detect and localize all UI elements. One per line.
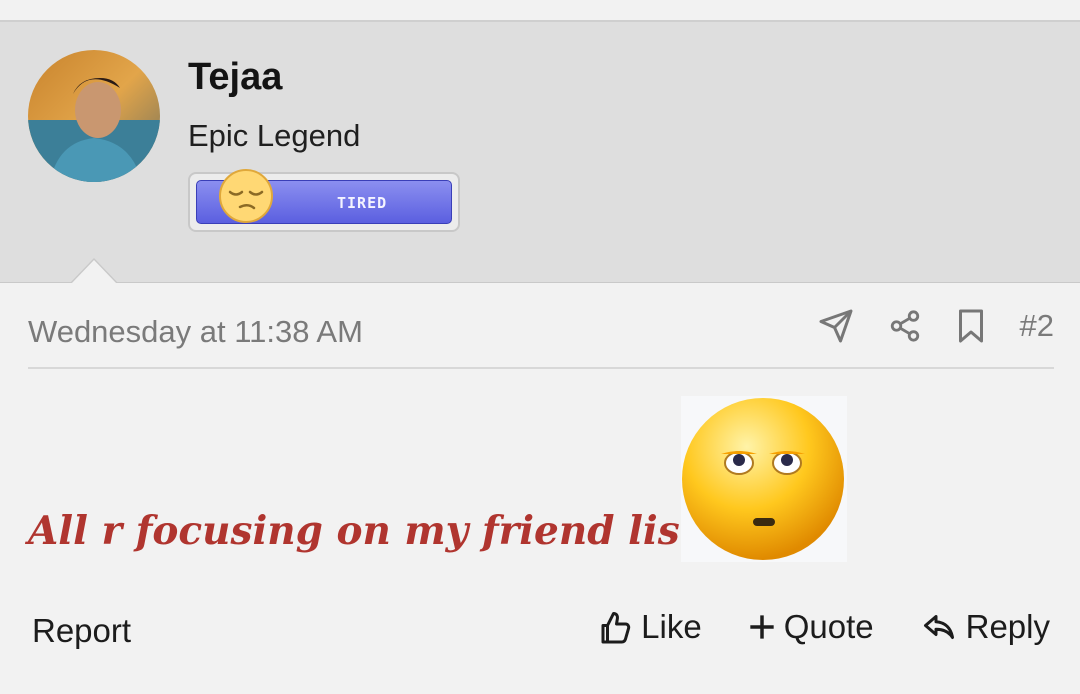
user-info-block: Tejaa Epic Legend TIRED bbox=[0, 22, 1080, 284]
quote-label: Quote bbox=[783, 608, 874, 645]
post-message: All r focusing on my friend list bbox=[28, 508, 698, 554]
mood-badge[interactable]: TIRED bbox=[188, 169, 460, 232]
user-title: Epic Legend bbox=[188, 118, 361, 153]
quote-button[interactable]: Quote bbox=[748, 608, 874, 646]
thumbs-up-icon bbox=[601, 612, 631, 644]
bookmark-icon[interactable] bbox=[956, 308, 986, 344]
rolling-eyes-emoji-icon bbox=[681, 396, 847, 562]
like-label: Like bbox=[641, 608, 702, 645]
reply-button[interactable]: Reply bbox=[920, 608, 1050, 646]
header-divider bbox=[28, 367, 1054, 369]
post-number[interactable]: #2 bbox=[1020, 308, 1054, 344]
mood-label: TIRED bbox=[337, 194, 388, 212]
post-timestamp[interactable]: Wednesday at 11:38 AM bbox=[28, 314, 363, 350]
send-icon[interactable] bbox=[818, 308, 854, 344]
reply-arrow-icon bbox=[923, 615, 954, 639]
speech-arrow bbox=[70, 258, 118, 284]
reply-label: Reply bbox=[965, 608, 1050, 645]
top-divider bbox=[0, 0, 1080, 22]
user-avatar[interactable] bbox=[28, 50, 160, 182]
like-button[interactable]: Like bbox=[597, 608, 702, 646]
post-top-actions: #2 bbox=[818, 308, 1054, 344]
plus-icon bbox=[750, 615, 774, 639]
report-link[interactable]: Report bbox=[32, 612, 131, 650]
username[interactable]: Tejaa bbox=[188, 56, 282, 99]
post-bottom-actions: Like Quote Reply bbox=[597, 608, 1050, 646]
share-icon[interactable] bbox=[888, 309, 922, 343]
tired-face-icon bbox=[219, 169, 273, 223]
